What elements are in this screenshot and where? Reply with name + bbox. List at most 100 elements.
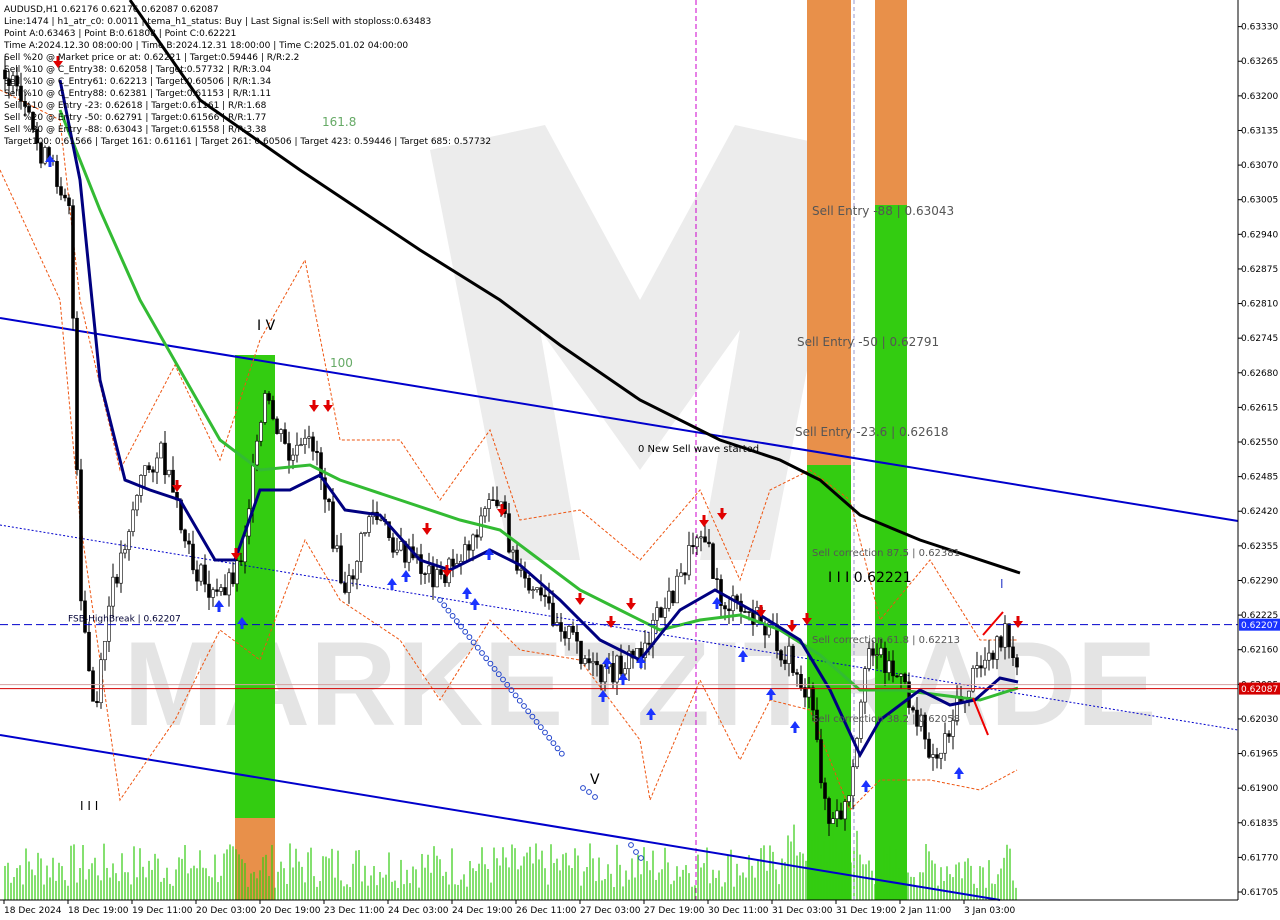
y-tick-label: 0.63200 [1241,92,1278,102]
y-tick-label: 0.62810 [1241,300,1278,310]
y-tick-label: 0.62940 [1241,230,1278,240]
candle-body [55,161,59,187]
candle-body [847,795,851,802]
x-tick-label: 24 Dec 19:00 [452,906,513,916]
candle-body [491,499,495,501]
candle-body [615,655,619,683]
annotation-label: I I I [80,799,98,813]
candle-body [235,560,239,585]
sell-arrow-icon [309,400,319,412]
candle-body [875,654,879,656]
candle-body [287,443,291,461]
candle-body [567,626,571,639]
candle-body [659,607,663,618]
candle-body [215,589,219,592]
candle-body [91,670,95,702]
candle-body [115,576,119,584]
candle-body [575,632,579,642]
candle-body [667,590,671,609]
candle-body [599,664,603,683]
x-tick-label: 27 Dec 19:00 [644,906,705,916]
candle-body [307,436,311,439]
candle-body [823,782,827,799]
y-tick-label: 0.61835 [1241,819,1278,829]
candle-body [931,754,935,758]
candle-body [427,565,431,575]
annotation-label: V [590,772,600,788]
candle-body [863,668,867,703]
time-axis: 18 Dec 2024 18 Dec 19:00 19 Dec 11:00 20 De… [0,899,1238,916]
axis-background [1238,0,1280,920]
zone-label: Sell correction 38.2 | 0.62058 [812,714,960,725]
candle-body [547,596,551,604]
x-tick-label: 27 Dec 03:00 [580,906,641,916]
candle-body [843,801,847,820]
candle-body [1003,623,1007,648]
buy-arrow-icon [861,780,871,792]
candle-body [671,590,675,604]
candle-body [911,707,915,711]
candle-body [187,540,191,545]
info-line: Point A:0.63463 | Point B:0.61808 | Poin… [4,29,237,39]
candle-body [299,444,303,446]
candle-body [655,607,659,621]
candle-body [559,622,563,632]
candle-body [647,642,651,645]
y-tick-label: 0.62615 [1241,403,1278,413]
candle-body [799,674,803,688]
candle-body [71,205,75,319]
candle-body [475,534,479,538]
zone-label: Sell correction 61.8 | 0.62213 [812,635,960,646]
candle-body [63,194,67,199]
candle-body [59,186,63,196]
candle-body [571,626,575,633]
trail-dot-icon [638,855,644,861]
trail-dot-icon [558,750,565,757]
y-tick-label: 0.62485 [1241,473,1278,483]
candle-body [1011,646,1015,659]
candle-body [219,587,223,592]
candle-body [995,636,999,660]
candle-body [827,798,831,824]
candle-body [259,422,263,442]
y-tick-label: 0.63005 [1241,196,1278,206]
x-tick-label: 30 Dec 11:00 [708,906,769,916]
orange-zone [807,0,851,465]
candle-body [883,647,887,673]
y-tick-label: 0.62030 [1241,715,1278,725]
sell-arrow-icon [422,523,432,535]
candle-body [315,450,319,453]
candle-body [119,552,123,584]
info-line: Sell %20 @ Entry -50: 0.62791 | Target:0… [4,113,267,123]
candle-body [351,575,355,580]
candle-body [723,605,727,610]
buy-arrow-icon [387,578,397,590]
candle-body [683,572,687,576]
y-tick-label: 0.61900 [1241,784,1278,794]
x-tick-label: 23 Dec 11:00 [324,906,385,916]
candle-body [727,608,731,612]
candle-body [663,607,667,618]
candle-body [223,587,227,596]
buy-arrow-icon [470,598,480,610]
candle-body [443,574,447,584]
candle-body [907,681,911,708]
x-tick-label: 2 Jan 11:00 [900,906,952,916]
candle-body [347,575,351,593]
candle-body [983,659,987,669]
candle-body [783,659,787,664]
y-tick-label: 0.63070 [1241,161,1278,171]
sell-arrow-icon [575,593,585,605]
y-tick-label: 0.61705 [1241,888,1278,898]
candle-body [99,659,103,704]
candle-body [151,469,155,473]
candle-body [515,549,519,571]
candle-body [679,572,683,577]
trail-dot-icon [592,794,598,800]
info-line: Target100: 0.61566 | Target 161: 0.61161… [4,137,492,147]
candle-body [255,440,259,466]
candle-body [231,572,235,585]
candle-body [207,583,211,598]
candle-body [903,673,907,683]
candle-body [787,645,791,664]
